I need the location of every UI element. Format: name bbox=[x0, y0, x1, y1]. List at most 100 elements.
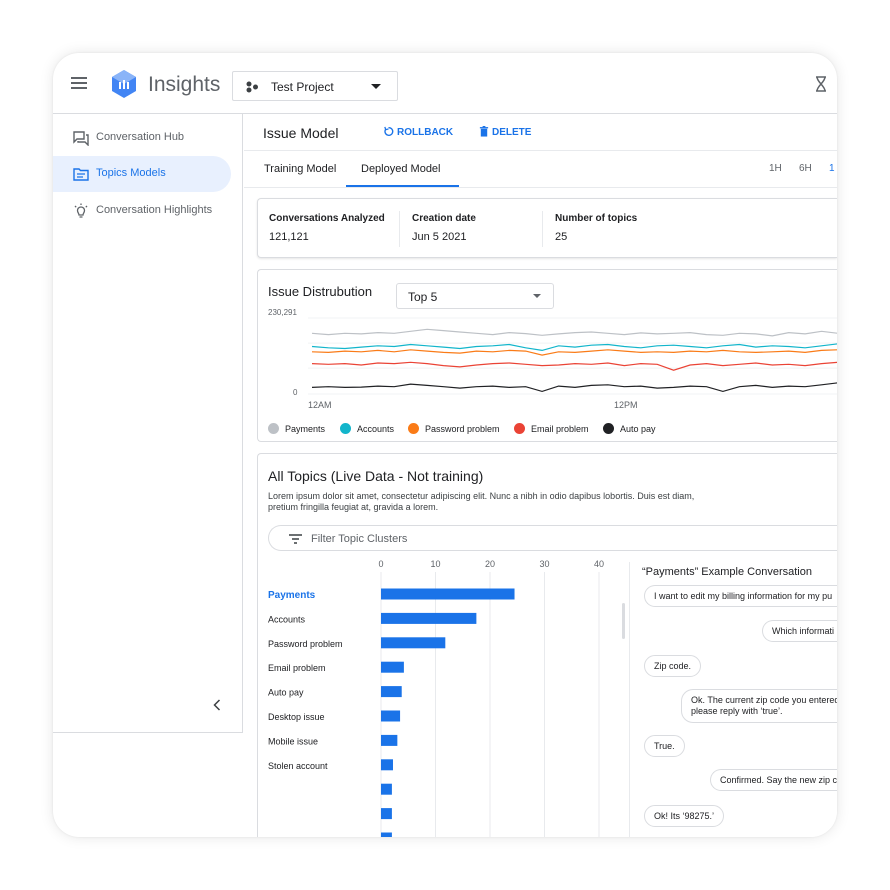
stats-card: Conversations Analyzed 121,121 Creation … bbox=[257, 198, 837, 258]
topic-label[interactable]: Accounts bbox=[268, 614, 306, 624]
topic-bar[interactable] bbox=[381, 710, 401, 722]
issue-distribution-title: Issue Distrubution bbox=[268, 284, 373, 299]
conversation-title: “Payments” Example Conversation bbox=[642, 566, 812, 578]
project-name: Test Project bbox=[271, 80, 334, 94]
sidebar: Conversation Hub Topics Models Conversat… bbox=[53, 114, 243, 733]
chevron-down-icon bbox=[533, 294, 541, 298]
panel-divider bbox=[629, 562, 630, 837]
rollback-icon bbox=[384, 126, 394, 136]
message-bubble-left: Zip code. bbox=[644, 655, 702, 677]
legend-item-payments[interactable]: Payments bbox=[268, 419, 325, 437]
stat-divider bbox=[399, 211, 400, 247]
stat-divider bbox=[542, 211, 543, 247]
topic-label[interactable]: Auto pay bbox=[268, 688, 304, 698]
app-window: Insights Test Project Conversation Hub T… bbox=[53, 53, 837, 837]
series-line-auto-pay bbox=[311, 382, 837, 393]
top-n-select[interactable]: Top 5 bbox=[396, 283, 554, 309]
filter-topic-clusters-input[interactable]: Filter Topic Clusters bbox=[268, 525, 837, 551]
message-bubble-right: Which informati bbox=[762, 620, 837, 642]
legend-label: Payments bbox=[285, 424, 326, 434]
topic-bar[interactable] bbox=[381, 759, 393, 771]
legend-label: Auto pay bbox=[620, 424, 656, 434]
stat-creation-date: Creation date Jun 5 2021 bbox=[412, 213, 476, 253]
topic-bar[interactable] bbox=[381, 661, 404, 673]
topic-label[interactable]: Mobile issue bbox=[268, 736, 318, 746]
stat-conversations-analyzed: Conversations Analyzed 121,121 bbox=[269, 213, 385, 253]
legend-swatch bbox=[268, 423, 279, 434]
legend-label: Password problem bbox=[425, 424, 500, 434]
topic-label[interactable]: Desktop issue bbox=[268, 712, 325, 722]
range-1h[interactable]: 1H bbox=[769, 163, 782, 174]
legend-swatch bbox=[408, 423, 419, 434]
series-line-accounts bbox=[311, 343, 837, 352]
y-tick-label: 0 bbox=[293, 388, 298, 397]
y-tick-label: 230,291 bbox=[268, 308, 297, 317]
legend-label: Accounts bbox=[357, 424, 395, 434]
legend-item-auto-pay[interactable]: Auto pay bbox=[603, 419, 656, 437]
x-tick-label: 20 bbox=[485, 559, 495, 569]
topic-bar[interactable] bbox=[381, 612, 477, 624]
lightbulb-icon bbox=[74, 203, 88, 218]
legend-label: Email problem bbox=[531, 424, 589, 434]
filter-label: Filter Topic Clusters bbox=[311, 533, 408, 545]
sidebar-item-label: Conversation Hub bbox=[96, 131, 185, 143]
topic-bar[interactable] bbox=[381, 832, 392, 838]
project-selector[interactable]: Test Project bbox=[232, 71, 398, 101]
message-bubble-left: Ok! Its ‘98275.’ bbox=[644, 805, 725, 827]
range-6h[interactable]: 6H bbox=[799, 163, 812, 174]
topic-bar[interactable] bbox=[381, 588, 515, 600]
topic-bar[interactable] bbox=[381, 686, 402, 698]
filter-icon bbox=[289, 534, 302, 544]
x-tick-label: 40 bbox=[594, 559, 604, 569]
legend-swatch bbox=[603, 423, 614, 434]
range-selected[interactable]: 1 bbox=[829, 163, 835, 174]
hourglass-icon[interactable] bbox=[815, 76, 827, 92]
x-tick-label: 30 bbox=[539, 559, 549, 569]
top-n-value: Top 5 bbox=[408, 290, 438, 304]
topic-bar[interactable] bbox=[381, 808, 392, 820]
legend-item-email-problem[interactable]: Email problem bbox=[514, 419, 589, 437]
sidebar-item-topics-models[interactable]: Topics Models bbox=[53, 156, 231, 192]
issue-line-chart bbox=[308, 317, 837, 395]
x-tick-label: 12PM bbox=[614, 400, 638, 410]
sidebar-item-label: Topics Models bbox=[96, 167, 166, 179]
legend-swatch bbox=[340, 423, 351, 434]
scrollbar-thumb[interactable] bbox=[622, 603, 625, 639]
message-bubble-left: True. bbox=[644, 735, 685, 757]
menu-icon[interactable] bbox=[71, 77, 87, 89]
topic-bar[interactable] bbox=[381, 637, 446, 649]
app-title: Insights bbox=[148, 73, 221, 96]
delete-button[interactable]: DELETE bbox=[479, 126, 531, 138]
sidebar-item-conversation-highlights[interactable]: Conversation Highlights bbox=[53, 193, 231, 229]
legend-item-password-problem[interactable]: Password problem bbox=[408, 419, 500, 437]
page-title: Issue Model bbox=[263, 125, 339, 141]
x-tick-label: 0 bbox=[378, 559, 383, 569]
legend-swatch bbox=[514, 423, 525, 434]
insights-logo-icon bbox=[112, 70, 136, 98]
topic-label[interactable]: Stolen account bbox=[268, 761, 328, 771]
top-app-bar: Insights Test Project bbox=[53, 53, 837, 114]
stat-label: Conversations Analyzed bbox=[269, 213, 385, 224]
topic-label[interactable]: Password problem bbox=[268, 639, 343, 649]
issue-distribution-card: Issue Distrubution Top 5 230,291 0 12AM … bbox=[257, 269, 837, 442]
topic-bar[interactable] bbox=[381, 734, 398, 746]
legend-item-accounts[interactable]: Accounts bbox=[340, 419, 394, 437]
forum-icon bbox=[73, 131, 89, 146]
chevron-left-icon[interactable] bbox=[211, 698, 223, 712]
sidebar-item-conversation-hub[interactable]: Conversation Hub bbox=[53, 120, 231, 156]
stat-label: Number of topics bbox=[555, 213, 638, 224]
topics-bar-chart: 0 10 20 30 40 Payments Accounts Password proble… bbox=[268, 559, 604, 838]
tab-deployed-model[interactable]: Deployed Model bbox=[361, 163, 441, 175]
x-tick-label: 12AM bbox=[308, 400, 332, 410]
tab-training-model[interactable]: Training Model bbox=[264, 163, 336, 175]
series-line-password-problem bbox=[311, 349, 837, 356]
active-tab-indicator bbox=[346, 185, 459, 187]
model-header: Issue Model ROLLBACK DELETE bbox=[244, 114, 837, 151]
message-line: please reply with ‘true’. bbox=[691, 706, 783, 716]
topic-label[interactable]: Email problem bbox=[268, 663, 326, 673]
x-tick-label: 10 bbox=[430, 559, 440, 569]
rollback-label: ROLLBACK bbox=[397, 127, 454, 138]
rollback-button[interactable]: ROLLBACK bbox=[383, 126, 453, 138]
topic-bar[interactable] bbox=[381, 783, 392, 795]
topic-label[interactable]: Payments bbox=[268, 590, 316, 601]
